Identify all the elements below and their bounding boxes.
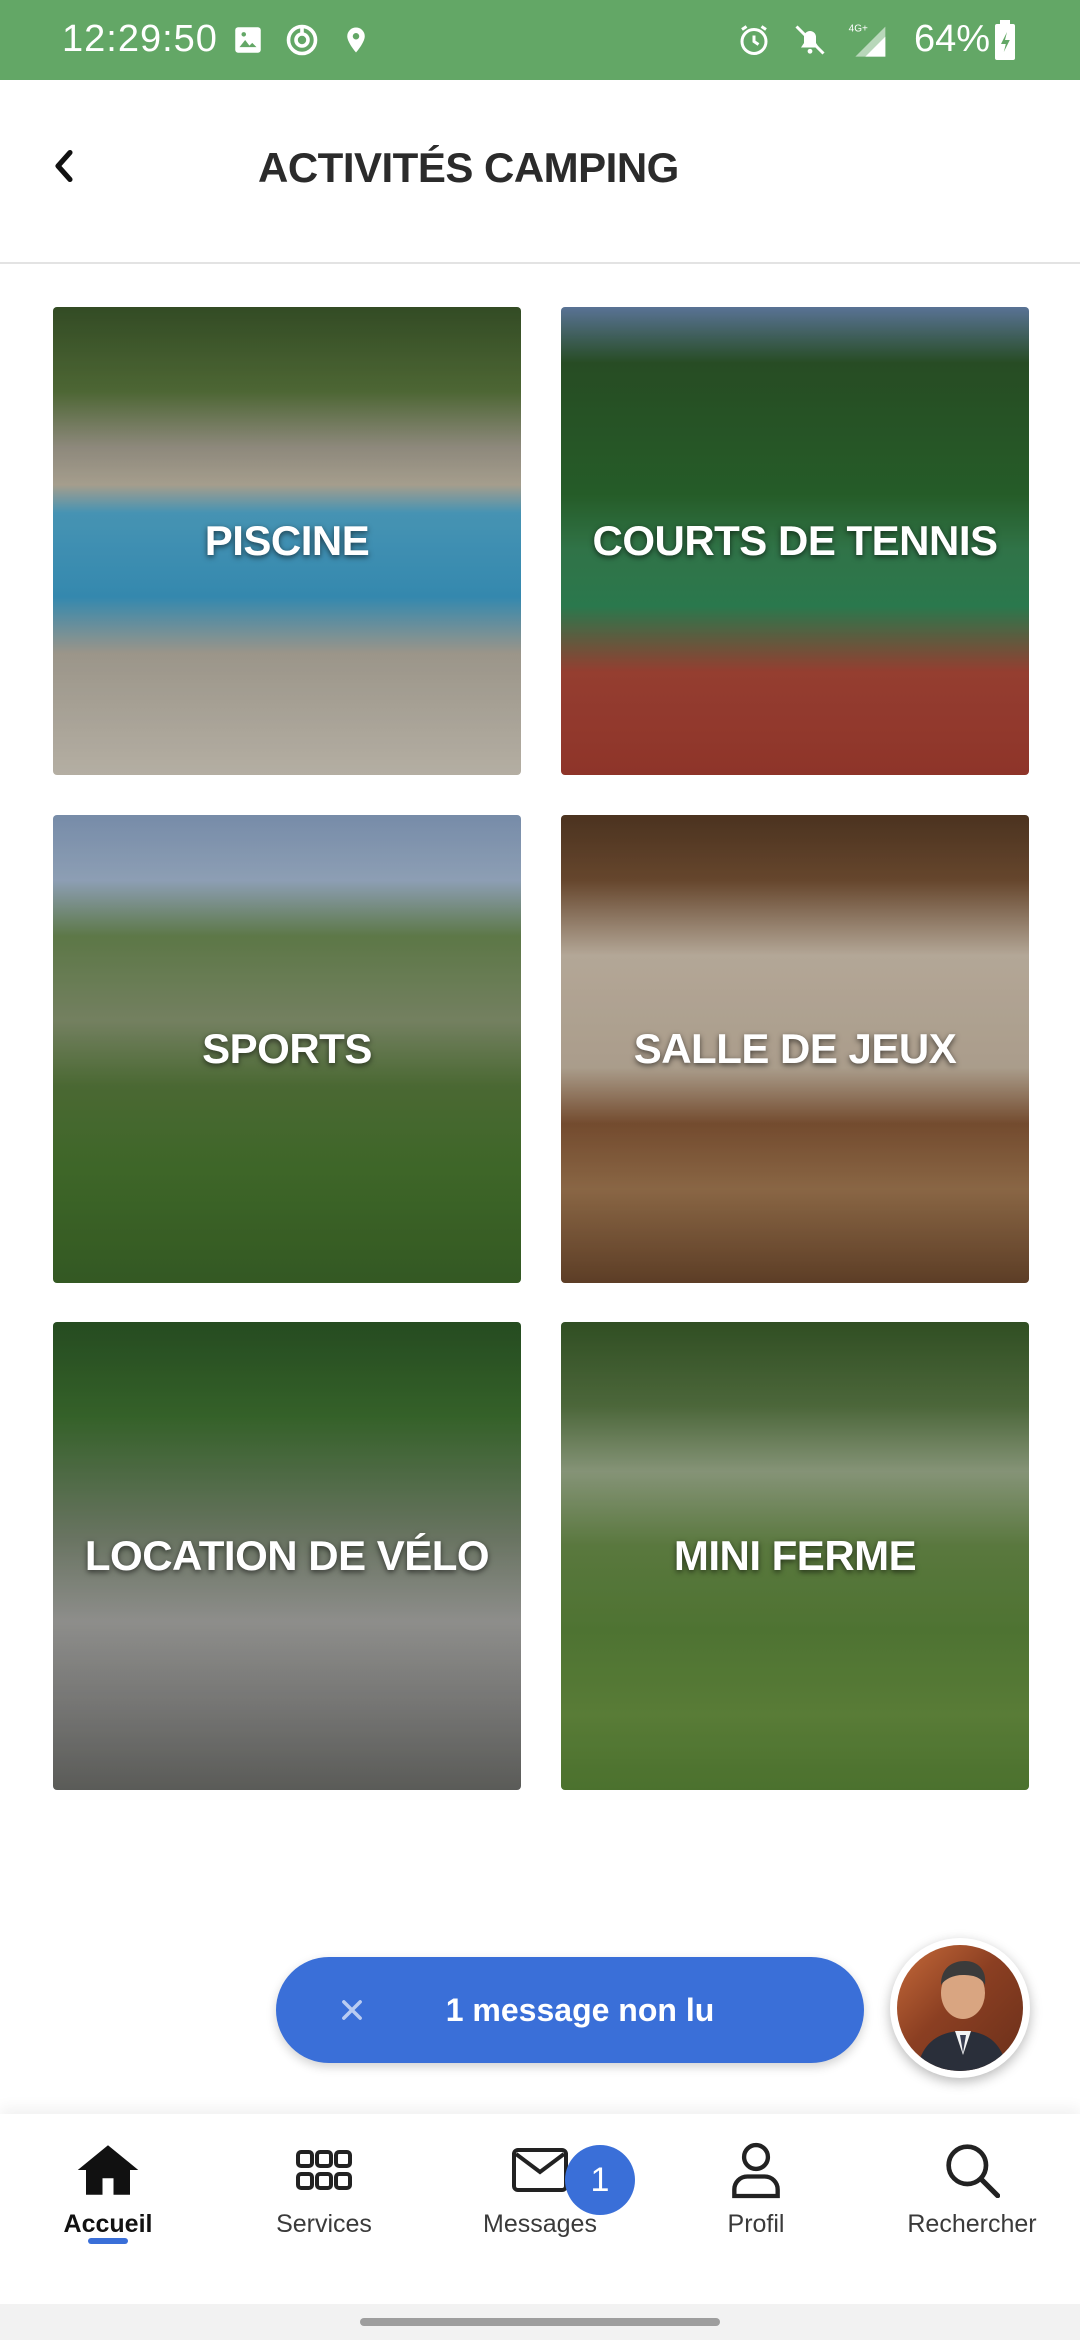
nav-item-profil[interactable]: Profil [656, 2140, 856, 2280]
home-gesture-handle[interactable] [360, 2318, 720, 2326]
envelope-icon [505, 2140, 575, 2200]
search-icon [937, 2140, 1007, 2200]
app-header: ACTIVITÉS CAMPING [0, 80, 1080, 264]
home-icon [73, 2140, 143, 2200]
chat-agent-avatar[interactable] [890, 1938, 1030, 2078]
tile-location-de-velo[interactable]: LOCATION DE VÉLO [53, 1322, 521, 1790]
status-time: 12:29:50 [62, 18, 218, 60]
unread-message-text: 1 message non lu [445, 1991, 715, 2028]
nav-label: Messages [483, 2210, 597, 2238]
nav-label: Accueil [63, 2210, 153, 2238]
tile-label: PISCINE [204, 517, 370, 564]
bottom-nav: Accueil Services Messages Profil Recherc… [0, 2114, 1080, 2304]
system-gesture-bar [0, 2304, 1080, 2340]
bell-off-icon [790, 20, 830, 60]
tile-piscine[interactable]: PISCINE [53, 307, 521, 775]
battery-percent: 64% [914, 18, 991, 60]
nav-label: Rechercher [907, 2210, 1037, 2238]
status-bar: 12:29:50 4G+ 64% [0, 0, 1080, 80]
tile-label: SALLE DE JEUX [633, 1025, 957, 1072]
nav-label: Services [276, 2210, 372, 2238]
user-icon [721, 2140, 791, 2200]
grid-icon [289, 2140, 359, 2200]
tile-mini-ferme[interactable]: MINI FERME [561, 1322, 1029, 1790]
tile-label: MINI FERME [673, 1532, 917, 1579]
tile-courts-de-tennis[interactable]: COURTS DE TENNIS [561, 307, 1029, 775]
battery-icon [990, 20, 1020, 60]
alarm-icon [734, 20, 774, 60]
tile-label: SPORTS [202, 1025, 372, 1072]
tile-salle-de-jeux[interactable]: SALLE DE JEUX [561, 815, 1029, 1283]
nav-item-services[interactable]: Services [224, 2140, 424, 2280]
signal-icon: 4G+ [842, 20, 892, 60]
image-icon [228, 20, 268, 60]
avatar [897, 1945, 1023, 2071]
vpn-icon [282, 20, 322, 60]
active-tab-indicator [88, 2238, 128, 2244]
nav-item-rechercher[interactable]: Rechercher [872, 2140, 1072, 2280]
unread-message-banner[interactable]: 1 message non lu [276, 1957, 864, 2063]
back-button[interactable] [36, 138, 92, 194]
close-icon[interactable] [332, 1990, 372, 2030]
nav-item-accueil[interactable]: Accueil [8, 2140, 208, 2280]
nav-label: Profil [727, 2210, 785, 2238]
tile-label: COURTS DE TENNIS [592, 517, 998, 564]
page-title: ACTIVITÉS CAMPING [258, 144, 679, 191]
chevron-left-icon [55, 149, 73, 183]
svg-text:4G+: 4G+ [849, 24, 868, 35]
messages-badge: 1 [565, 2145, 635, 2215]
tile-label: LOCATION DE VÉLO [84, 1532, 490, 1579]
tile-sports[interactable]: SPORTS [53, 815, 521, 1283]
location-icon [336, 20, 376, 60]
